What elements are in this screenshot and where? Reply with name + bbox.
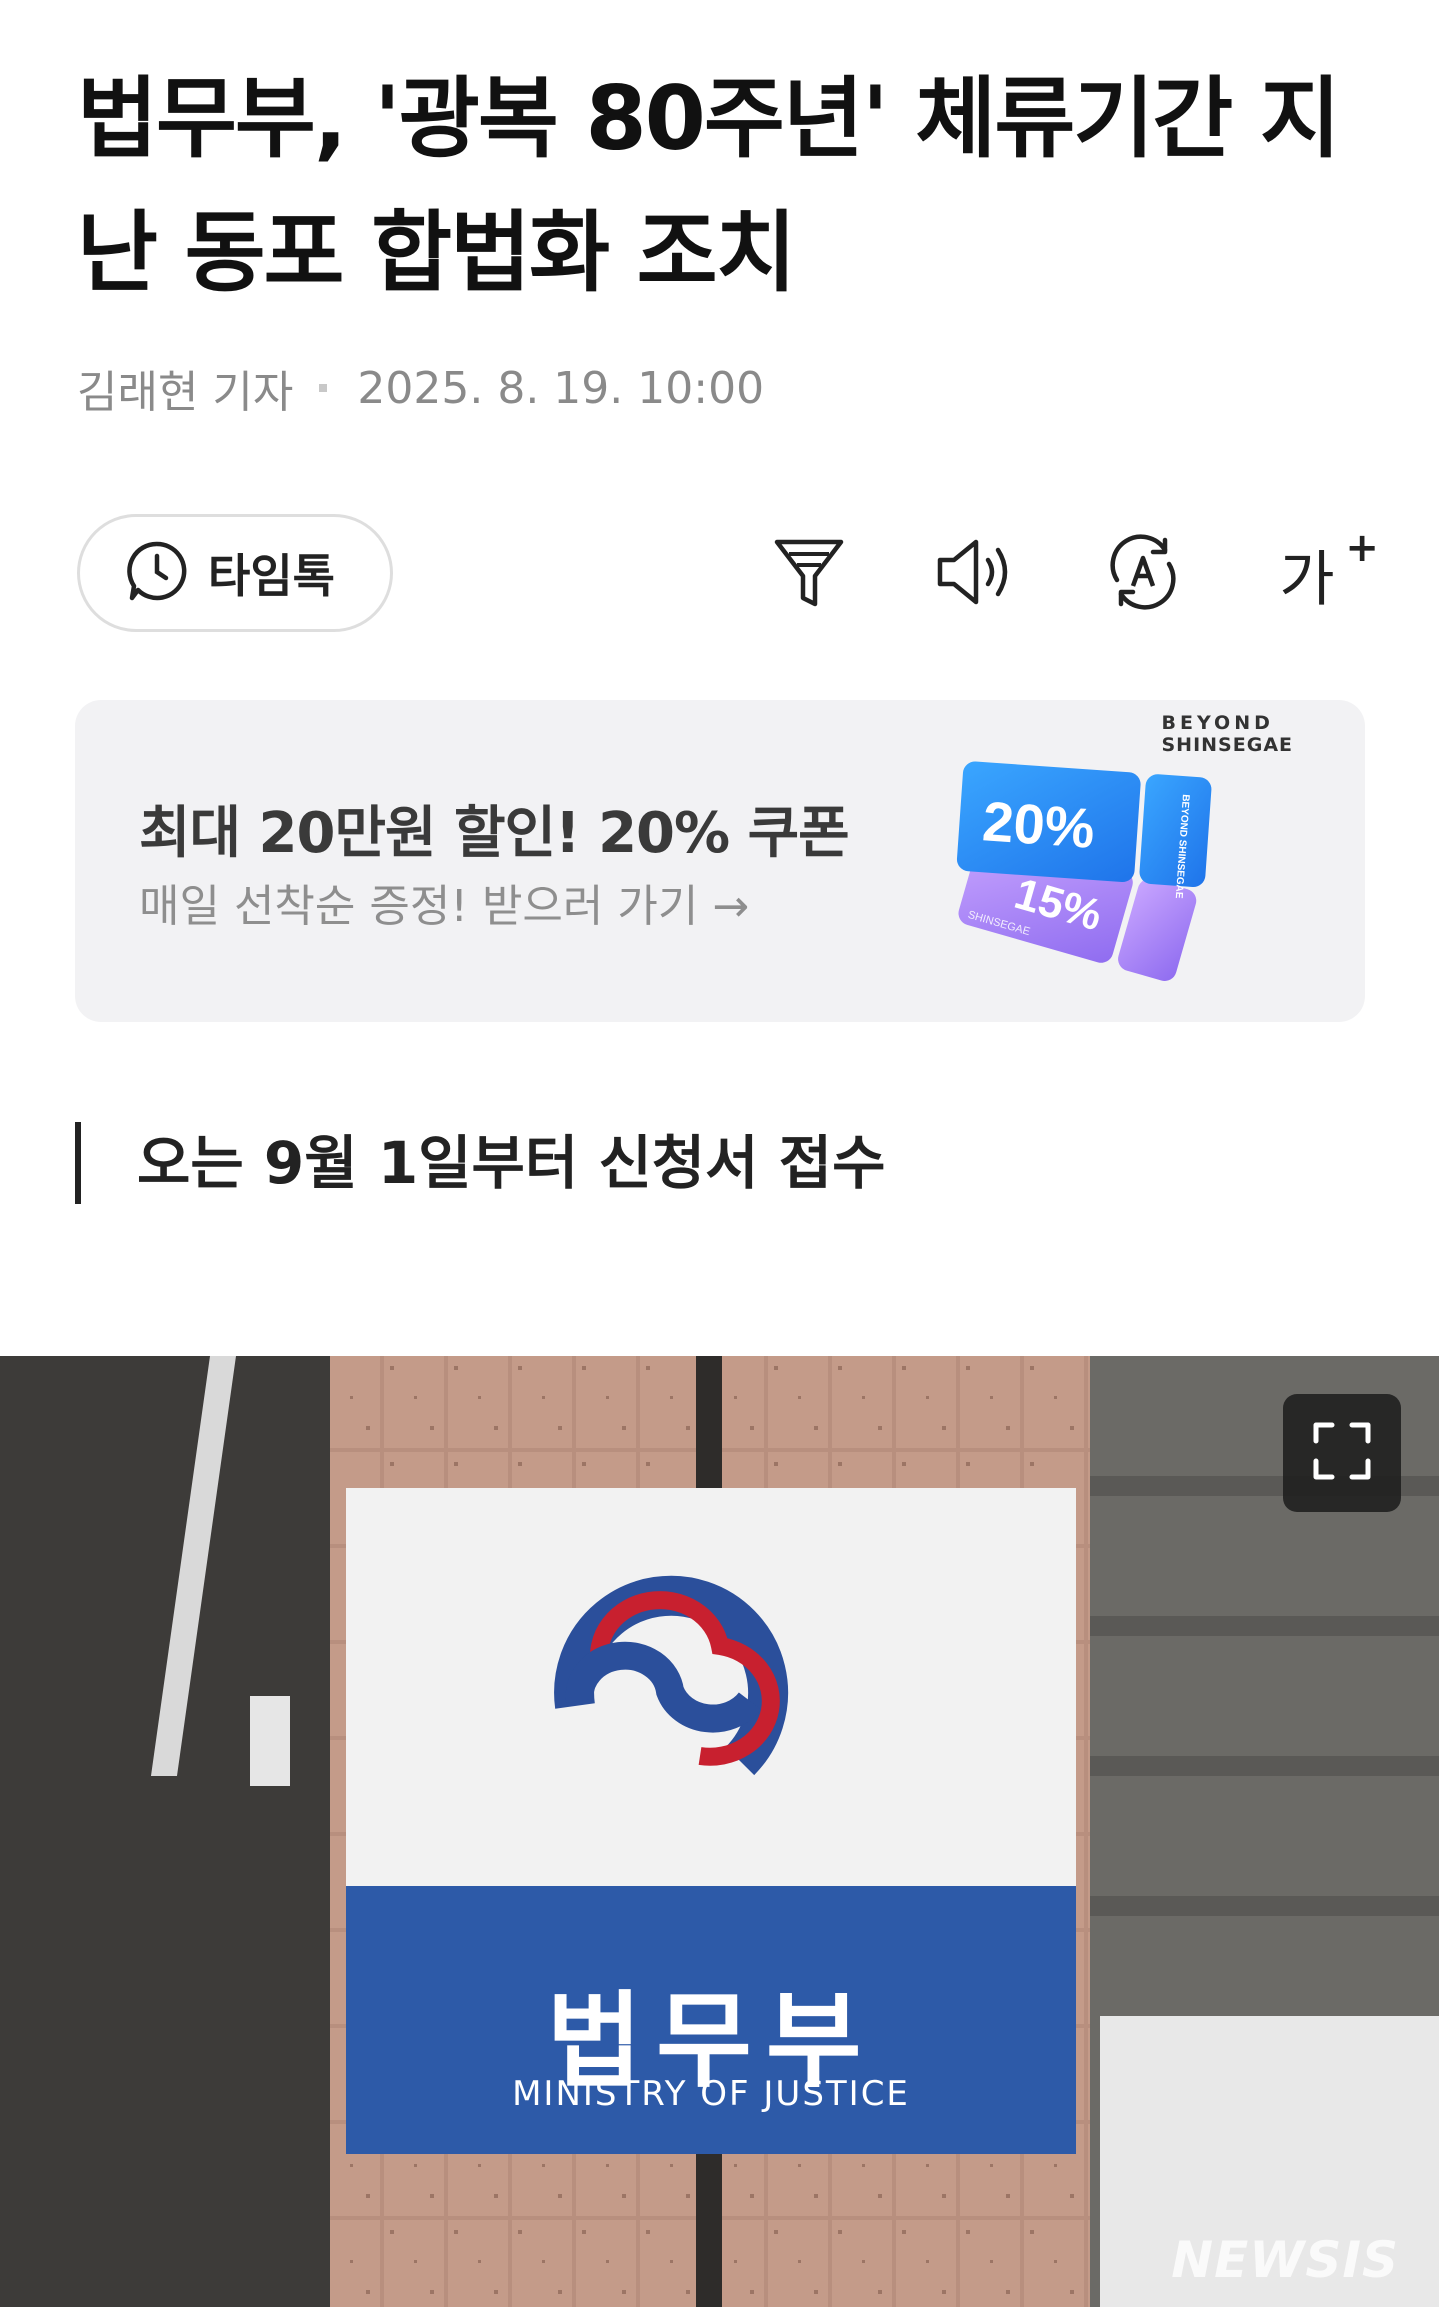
- coupon-20-text: 20%: [980, 789, 1096, 860]
- speaker-icon: [934, 534, 1020, 614]
- timetalk-button[interactable]: 타임톡: [77, 514, 393, 632]
- listen-button[interactable]: [935, 532, 1019, 616]
- expand-photo-button[interactable]: [1283, 1394, 1401, 1512]
- font-size-icon: 가 +: [1279, 525, 1379, 618]
- article-title-line-2: 난 동포 합법화 조치: [77, 201, 797, 304]
- font-size-glyph: 가: [1279, 544, 1335, 615]
- photo-watermark: NEWSIS: [1171, 2231, 1399, 2289]
- byline-separator: [319, 384, 328, 392]
- article-photo[interactable]: 법무부 MINISTRY OF JUSTICE NEWSIS: [0, 1356, 1439, 2307]
- article-toolbar: 타임톡 가 +: [77, 514, 1379, 634]
- clock-chat-icon: [124, 538, 190, 608]
- article-title: 법무부, '광복 80주년' 체류기간 지 난 동포 합법화 조치: [77, 52, 1377, 320]
- summary-button[interactable]: [767, 532, 851, 616]
- article-title-line-1: 법무부, '광복 80주년' 체류기간 지: [77, 67, 1341, 170]
- translate-icon: [1103, 532, 1183, 616]
- translate-button[interactable]: [1101, 532, 1185, 616]
- summary-filter-icon: [771, 532, 847, 616]
- timetalk-label: 타임톡: [208, 549, 335, 603]
- ad-subtitle[interactable]: 매일 선착순 증정! 받으러 가기 →: [139, 870, 749, 934]
- publish-datetime: 2025. 8. 19. 10:00: [357, 362, 765, 414]
- fullscreen-icon: [1310, 1419, 1374, 1487]
- ad-title: 최대 20만원 할인! 20% 쿠폰: [139, 801, 850, 866]
- article-byline: 김래현 기자 2025. 8. 19. 10:00: [77, 360, 765, 419]
- article-subheading: 오는 9월 1일부터 신청서 접수: [75, 1122, 885, 1204]
- coupon-ad-banner[interactable]: 최대 20만원 할인! 20% 쿠폰 매일 선착순 증정! 받으러 가기 → B…: [75, 700, 1365, 1022]
- ministry-sign-image: [0, 1356, 1439, 2307]
- sign-english-text: MINISTRY OF JUSTICE: [512, 2074, 910, 2114]
- font-size-button[interactable]: 가 +: [1265, 525, 1379, 618]
- font-size-plus: +: [1345, 524, 1379, 571]
- author-name[interactable]: 김래현 기자: [77, 356, 293, 420]
- coupon-illustration: 15% SHINSEGAE 20% BEYOND SHINSEGAE: [956, 761, 1212, 981]
